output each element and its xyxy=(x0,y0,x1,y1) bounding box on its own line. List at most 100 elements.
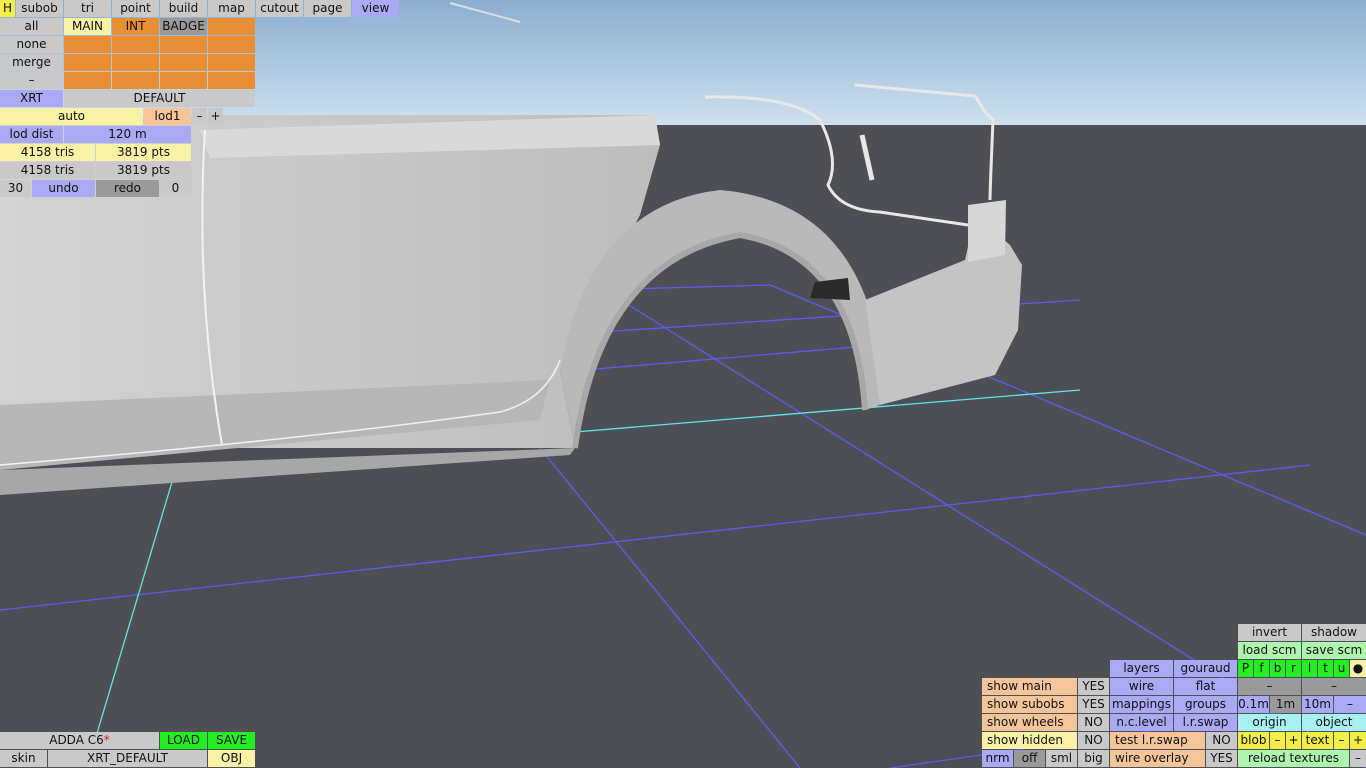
subobj-slot[interactable] xyxy=(160,72,207,89)
show-wheels-label: show wheels xyxy=(982,714,1077,731)
reload-minus-button[interactable]: – xyxy=(1350,750,1366,767)
variant-xrt-button[interactable]: XRT xyxy=(0,90,63,107)
save-scm-button[interactable]: save scm xyxy=(1302,642,1366,659)
menu-item-build[interactable]: build xyxy=(160,0,207,17)
blob-button[interactable]: blob xyxy=(1238,732,1269,749)
subobj-all-button[interactable]: all xyxy=(0,18,63,35)
subobj-slot[interactable] xyxy=(208,36,255,53)
lod-minus-button[interactable]: – xyxy=(192,108,207,125)
redo-button[interactable]: redo xyxy=(96,180,159,197)
scale-1m-button[interactable]: 1m xyxy=(1270,696,1301,713)
show-subobs-label: show subobs xyxy=(982,696,1077,713)
lod-plus-button[interactable]: + xyxy=(208,108,223,125)
format-button[interactable]: OBJ xyxy=(208,750,255,767)
dash-button-b[interactable]: – xyxy=(1302,678,1366,695)
save-button[interactable]: SAVE xyxy=(208,732,255,749)
shadow-button[interactable]: shadow xyxy=(1302,624,1366,641)
model-name[interactable]: ADDA C6* xyxy=(0,732,159,749)
wire-overlay-label: wire overlay xyxy=(1110,750,1205,767)
show-hidden-toggle[interactable]: NO xyxy=(1078,732,1109,749)
view-dir-l-button[interactable]: l xyxy=(1302,660,1317,677)
wire-button[interactable]: wire xyxy=(1110,678,1173,695)
origin-button[interactable]: origin xyxy=(1238,714,1301,731)
view-dir-u-button[interactable]: u xyxy=(1334,660,1349,677)
model-name-text: ADDA C6 xyxy=(49,733,104,747)
mappings-button[interactable]: mappings xyxy=(1110,696,1173,713)
subobj-main-button[interactable]: MAIN xyxy=(64,18,111,35)
subobj-slot[interactable] xyxy=(112,72,159,89)
show-main-toggle[interactable]: YES xyxy=(1078,678,1109,695)
subobj-slot[interactable] xyxy=(64,36,111,53)
subobj-slot[interactable] xyxy=(112,36,159,53)
menu-item-point[interactable]: point xyxy=(112,0,159,17)
show-hidden-label: show hidden xyxy=(982,732,1077,749)
dash-button-a[interactable]: – xyxy=(1238,678,1301,695)
gouraud-button[interactable]: gouraud xyxy=(1174,660,1237,677)
show-main-label: show main xyxy=(982,678,1077,695)
subobj-slot[interactable] xyxy=(64,54,111,71)
blob-plus-button[interactable]: + xyxy=(1286,732,1301,749)
show-wheels-toggle[interactable]: NO xyxy=(1078,714,1109,731)
undo-button[interactable]: undo xyxy=(32,180,95,197)
menu-item-tri[interactable]: tri xyxy=(64,0,111,17)
load-scm-button[interactable]: load scm xyxy=(1238,642,1301,659)
reload-textures-button[interactable]: reload textures xyxy=(1238,750,1349,767)
menu-item-map[interactable]: map xyxy=(208,0,255,17)
subobj-none-button[interactable]: none xyxy=(0,36,63,53)
scale-minus-button[interactable]: – xyxy=(1334,696,1366,713)
groups-button[interactable]: groups xyxy=(1174,696,1237,713)
size-nrm-button[interactable]: nrm xyxy=(982,750,1013,767)
view-dir-P-button[interactable]: P xyxy=(1238,660,1253,677)
subobj-slot[interactable] xyxy=(208,72,255,89)
text-minus-button[interactable]: – xyxy=(1334,732,1349,749)
nc-level-button[interactable]: n.c.level xyxy=(1110,714,1173,731)
layers-button[interactable]: layers xyxy=(1110,660,1173,677)
menu-item-subob[interactable]: subob xyxy=(16,0,63,17)
variant-default-button[interactable]: DEFAULT xyxy=(64,90,255,107)
menu-item-view[interactable]: view xyxy=(352,0,399,17)
tris-count-total: 4158 tris xyxy=(0,162,95,179)
invert-button[interactable]: invert xyxy=(1238,624,1301,641)
view-dir-b-button[interactable]: b xyxy=(1270,660,1285,677)
size-off-button[interactable]: off xyxy=(1014,750,1045,767)
subobj-slot[interactable] xyxy=(208,18,255,35)
lod-dist-value[interactable]: 120 m xyxy=(64,126,191,143)
size-big-button[interactable]: big xyxy=(1078,750,1109,767)
show-subobs-toggle[interactable]: YES xyxy=(1078,696,1109,713)
text-button[interactable]: text xyxy=(1302,732,1333,749)
skin-label: skin xyxy=(0,750,47,767)
subobj-dash-button[interactable]: – xyxy=(0,72,63,89)
menu-item-help[interactable]: H xyxy=(0,0,15,17)
lr-swap-button[interactable]: l.r.swap xyxy=(1174,714,1237,731)
pts-count-total: 3819 pts xyxy=(96,162,191,179)
undo-count: 30 xyxy=(0,180,31,197)
size-sml-button[interactable]: sml xyxy=(1046,750,1077,767)
subobj-int-button[interactable]: INT xyxy=(112,18,159,35)
test-lr-swap-label: test l.r.swap xyxy=(1110,732,1205,749)
view-dir-t-button[interactable]: t xyxy=(1318,660,1333,677)
text-plus-button[interactable]: + xyxy=(1350,732,1366,749)
subobj-slot[interactable] xyxy=(160,54,207,71)
object-button[interactable]: object xyxy=(1302,714,1366,731)
scale-10m-button[interactable]: 10m xyxy=(1302,696,1333,713)
flat-button[interactable]: flat xyxy=(1174,678,1237,695)
subobj-slot[interactable] xyxy=(160,36,207,53)
subobj-slot[interactable] xyxy=(64,72,111,89)
menu-item-cutout[interactable]: cutout xyxy=(256,0,303,17)
blob-minus-button[interactable]: – xyxy=(1270,732,1285,749)
subobj-slot[interactable] xyxy=(208,54,255,71)
load-button[interactable]: LOAD xyxy=(160,732,207,749)
subobj-badge-button[interactable]: BADGE xyxy=(160,18,207,35)
view-dot-button[interactable]: ● xyxy=(1350,660,1366,677)
skin-select[interactable]: XRT_DEFAULT xyxy=(48,750,207,767)
view-dir-f-button[interactable]: f xyxy=(1254,660,1269,677)
scale-0-1m-button[interactable]: 0.1m xyxy=(1238,696,1269,713)
menu-item-page[interactable]: page xyxy=(304,0,351,17)
view-dir-r-button[interactable]: r xyxy=(1286,660,1301,677)
test-lr-swap-toggle[interactable]: NO xyxy=(1206,732,1237,749)
lod-name-button[interactable]: lod1 xyxy=(144,108,191,125)
subobj-merge-button[interactable]: merge xyxy=(0,54,63,71)
wire-overlay-toggle[interactable]: YES xyxy=(1206,750,1237,767)
lod-auto-button[interactable]: auto xyxy=(0,108,143,125)
subobj-slot[interactable] xyxy=(112,54,159,71)
